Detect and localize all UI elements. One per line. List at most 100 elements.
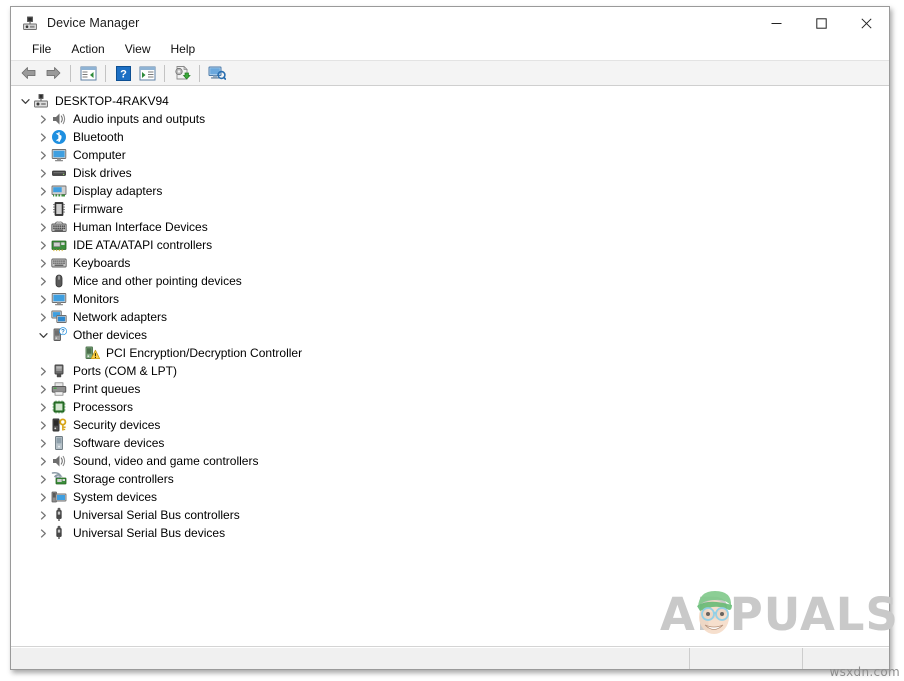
tree-node-keyboards[interactable]: Keyboards — [11, 254, 889, 272]
tree-expander-collapsed[interactable] — [36, 470, 51, 488]
tree-node-ports-com-and-lpt[interactable]: Ports (COM & LPT) — [11, 362, 889, 380]
tree-expander-collapsed[interactable] — [36, 128, 51, 146]
chevron-down-icon — [21, 98, 30, 104]
window-title: Device Manager — [47, 16, 140, 30]
back-button[interactable] — [17, 62, 41, 84]
tree-expander-collapsed[interactable] — [36, 380, 51, 398]
tree-node-network-adapters[interactable]: Network adapters — [11, 308, 889, 326]
tree-expander-collapsed[interactable] — [36, 164, 51, 182]
mouse-icon — [51, 273, 67, 289]
tree-node-computer[interactable]: Computer — [11, 146, 889, 164]
tree-expander-collapsed[interactable] — [36, 524, 51, 542]
properties-button[interactable] — [135, 62, 159, 84]
chevron-right-icon — [40, 492, 46, 502]
tree-expander-collapsed[interactable] — [36, 290, 51, 308]
tree-node-print-queues[interactable]: Print queues — [11, 380, 889, 398]
close-icon — [861, 17, 872, 29]
tree-expander-collapsed[interactable] — [36, 146, 51, 164]
tree-node-sound-video-and-game-controllers[interactable]: Sound, video and game controllers — [11, 452, 889, 470]
tree-expander-expanded[interactable] — [36, 326, 51, 344]
tree-node-system-devices[interactable]: System devices — [11, 488, 889, 506]
tree-node-label: Network adapters — [73, 310, 168, 324]
tree-node-desktop-4rakv94[interactable]: DESKTOP-4RAKV94 — [11, 92, 889, 110]
speaker-icon — [51, 111, 67, 127]
tree-node-other-devices[interactable]: ? Other devices — [11, 326, 889, 344]
tree-expander-collapsed[interactable] — [36, 488, 51, 506]
tree-node-label: Keyboards — [73, 256, 131, 270]
tree-node-display-adapters[interactable]: Display adapters — [11, 182, 889, 200]
tree-expander-collapsed[interactable] — [36, 434, 51, 452]
properties-window-icon — [139, 66, 155, 80]
tree-expander-collapsed[interactable] — [36, 110, 51, 128]
chevron-right-icon — [40, 402, 46, 412]
tree-node-audio-inputs-and-outputs[interactable]: Audio inputs and outputs — [11, 110, 889, 128]
tree-node-pci-encryption-decryption-controller[interactable]: PCI Encryption/Decryption Controller — [11, 344, 889, 362]
tree-node-software-devices[interactable]: Software devices — [11, 434, 889, 452]
tree-node-bluetooth[interactable]: Bluetooth — [11, 128, 889, 146]
show-hide-console-tree-button[interactable] — [76, 62, 100, 84]
close-button[interactable] — [844, 7, 889, 39]
tree-node-processors[interactable]: Processors — [11, 398, 889, 416]
tree-expander-collapsed[interactable] — [36, 272, 51, 290]
tree-node-universal-serial-bus-devices[interactable]: Universal Serial Bus devices — [11, 524, 889, 542]
chevron-right-icon — [40, 510, 46, 520]
menu-view[interactable]: View — [118, 41, 160, 58]
chevron-right-icon — [40, 456, 46, 466]
chevron-right-icon — [40, 132, 46, 142]
tree-node-label: Other devices — [73, 328, 148, 342]
toolbar-separator-3 — [164, 64, 165, 82]
tree-expander-collapsed[interactable] — [36, 182, 51, 200]
tree-node-universal-serial-bus-controllers[interactable]: Universal Serial Bus controllers — [11, 506, 889, 524]
tree-node-label: PCI Encryption/Decryption Controller — [106, 346, 303, 360]
keyboard-icon — [51, 255, 67, 271]
tree-node-label: Monitors — [73, 292, 120, 306]
storage-controller-icon — [51, 471, 67, 487]
tree-expander-collapsed[interactable] — [36, 398, 51, 416]
toolbar-separator-4 — [199, 64, 200, 82]
tree-node-label: Display adapters — [73, 184, 163, 198]
usb-icon — [51, 507, 67, 523]
scan-hardware-changes-button[interactable] — [205, 62, 229, 84]
tree-expander-collapsed[interactable] — [36, 254, 51, 272]
back-arrow-icon — [21, 67, 36, 79]
tree-expander-expanded[interactable] — [18, 92, 33, 110]
menu-help[interactable]: Help — [164, 41, 205, 58]
disk-drive-icon — [51, 165, 67, 181]
device-tree-pane[interactable]: DESKTOP-4RAKV94 Audio inputs and outputs… — [11, 86, 889, 647]
caption-button-group — [754, 7, 889, 39]
tree-expander-collapsed[interactable] — [36, 416, 51, 434]
tree-expander-collapsed[interactable] — [36, 362, 51, 380]
tree-expander-collapsed[interactable] — [36, 506, 51, 524]
chevron-right-icon — [40, 294, 46, 304]
tree-node-human-interface-devices[interactable]: Human Interface Devices — [11, 218, 889, 236]
tree-expander-collapsed[interactable] — [36, 452, 51, 470]
chevron-right-icon — [40, 474, 46, 484]
tree-expander-collapsed[interactable] — [36, 236, 51, 254]
tree-node-storage-controllers[interactable]: Storage controllers — [11, 470, 889, 488]
software-device-icon — [51, 435, 67, 451]
maximize-button[interactable] — [799, 7, 844, 39]
tree-expander-collapsed[interactable] — [36, 308, 51, 326]
tree-node-label: Ports (COM & LPT) — [73, 364, 178, 378]
forward-button[interactable] — [41, 62, 65, 84]
tree-node-label: DESKTOP-4RAKV94 — [55, 94, 169, 108]
menu-action[interactable]: Action — [64, 41, 113, 58]
tree-node-firmware[interactable]: Firmware — [11, 200, 889, 218]
tree-node-disk-drives[interactable]: Disk drives — [11, 164, 889, 182]
tree-node-monitors[interactable]: Monitors — [11, 290, 889, 308]
tree-node-label: Software devices — [73, 436, 165, 450]
help-button[interactable]: ? — [111, 62, 135, 84]
tree-node-label: System devices — [73, 490, 158, 504]
toolbar-separator-1 — [70, 64, 71, 82]
tree-expander-collapsed[interactable] — [36, 218, 51, 236]
tree-node-ide-ata-atapi-controllers[interactable]: IDE ATA/ATAPI controllers — [11, 236, 889, 254]
minimize-button[interactable] — [754, 7, 799, 39]
chevron-right-icon — [40, 366, 46, 376]
tree-node-mice-and-other-pointing-devices[interactable]: Mice and other pointing devices — [11, 272, 889, 290]
menu-file[interactable]: File — [25, 41, 60, 58]
tree-node-security-devices[interactable]: Security devices — [11, 416, 889, 434]
chevron-right-icon — [40, 528, 46, 538]
tree-expander-collapsed[interactable] — [36, 200, 51, 218]
chevron-right-icon — [40, 186, 46, 196]
update-driver-button[interactable] — [170, 62, 194, 84]
